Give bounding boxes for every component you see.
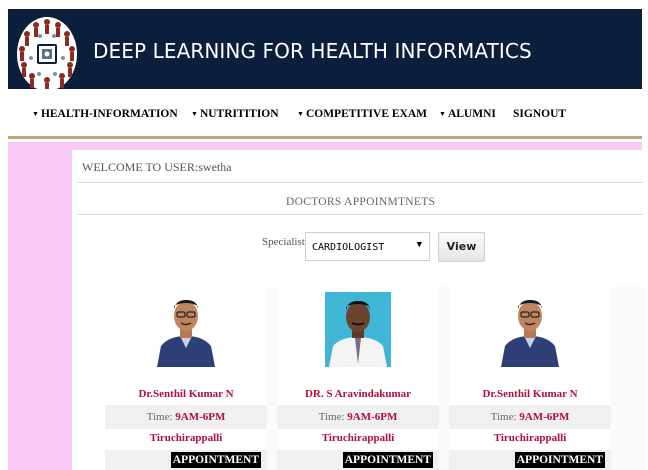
time-label: Time: xyxy=(146,411,173,423)
page-background: WELCOME TO USER:swetha DOCTORS APPOINMTN… xyxy=(8,142,648,470)
divider xyxy=(76,214,644,215)
doctor-time: Time: 9AM-6PM xyxy=(449,405,611,429)
appointment-row: APPOINTMENT xyxy=(449,450,611,470)
doctor-name: Dr.Senthil Kumar N xyxy=(138,388,234,400)
specialist-select[interactable]: CARDIOLOGIST ▼ xyxy=(305,232,430,261)
main-nav: ▼ HEALTH-INFORMATION ▼ NUTRITITION ▼ COMPET… xyxy=(8,89,642,139)
time-value: 9AM-6PM xyxy=(519,411,570,423)
nav-health-information[interactable]: ▼ HEALTH-INFORMATION xyxy=(32,108,178,120)
appointment-row: APPOINTMENT xyxy=(277,450,439,470)
appointment-button[interactable]: APPOINTMENT xyxy=(342,452,433,468)
appointment-button[interactable]: APPOINTMENT xyxy=(514,452,605,468)
time-value: 9AM-6PM xyxy=(347,411,398,423)
nav-alumni[interactable]: ▼ ALUMNI xyxy=(439,108,496,120)
view-button[interactable]: View xyxy=(438,232,485,262)
doctor-name: Dr.Senthil Kumar N xyxy=(482,388,578,400)
doctor-photo xyxy=(497,292,563,367)
doctor-photo xyxy=(325,292,391,367)
doctor-time: Time: 9AM-6PM xyxy=(277,405,439,429)
time-label: Time: xyxy=(490,411,517,423)
doctor-name: DR. S Aravindakumar xyxy=(304,388,412,400)
nav-nutritition[interactable]: ▼ NUTRITITION xyxy=(191,108,279,120)
doctor-city: Tiruchirappalli xyxy=(321,432,395,444)
time-label: Time: xyxy=(318,411,345,423)
section-title: DOCTORS APPOINMTNETS xyxy=(286,196,436,208)
health-informatics-logo[interactable] xyxy=(16,16,78,92)
site-title: DEEP LEARNING FOR HEALTH INFORMATICS xyxy=(93,39,532,63)
doctor-time: Time: 9AM-6PM xyxy=(105,405,267,429)
specialist-selected-value: CARDIOLOGIST xyxy=(312,242,385,253)
appointment-row: APPOINTMENT xyxy=(105,450,267,470)
caret-down-icon: ▼ xyxy=(297,110,304,118)
caret-down-icon: ▼ xyxy=(191,110,198,118)
chevron-down-icon: ▼ xyxy=(416,240,422,250)
doctor-city: Tiruchirappalli xyxy=(493,432,567,444)
caret-down-icon: ▼ xyxy=(439,110,446,118)
site-header: DEEP LEARNING FOR HEALTH INFORMATICS xyxy=(8,9,642,92)
doctor-city: Tiruchirappalli xyxy=(149,432,223,444)
doctor-cards: Dr.Senthil Kumar N Time: 9AM-6PM Tiruchi… xyxy=(105,287,645,470)
doctor-photo xyxy=(153,292,219,367)
divider xyxy=(76,182,644,183)
nav-signout[interactable]: SIGNOUT xyxy=(513,108,566,120)
nav-competitive-exam[interactable]: ▼ COMPETITIVE EXAM xyxy=(297,108,427,120)
doctor-card: DR. S Aravindakumar Time: 9AM-6PM Tiruch… xyxy=(277,287,439,470)
welcome-message: WELCOME TO USER:swetha xyxy=(82,160,232,174)
caret-down-icon: ▼ xyxy=(32,110,39,118)
appointment-button[interactable]: APPOINTMENT xyxy=(170,452,261,468)
doctor-card: Dr.Senthil Kumar N Time: 9AM-6PM Tiruchi… xyxy=(105,287,267,470)
time-value: 9AM-6PM xyxy=(175,411,226,423)
doctor-card: Dr.Senthil Kumar N Time: 9AM-6PM Tiruchi… xyxy=(449,287,611,470)
specialist-label: Specialist xyxy=(262,236,305,248)
appointments-panel: WELCOME TO USER:swetha DOCTORS APPOINMTN… xyxy=(72,150,648,470)
